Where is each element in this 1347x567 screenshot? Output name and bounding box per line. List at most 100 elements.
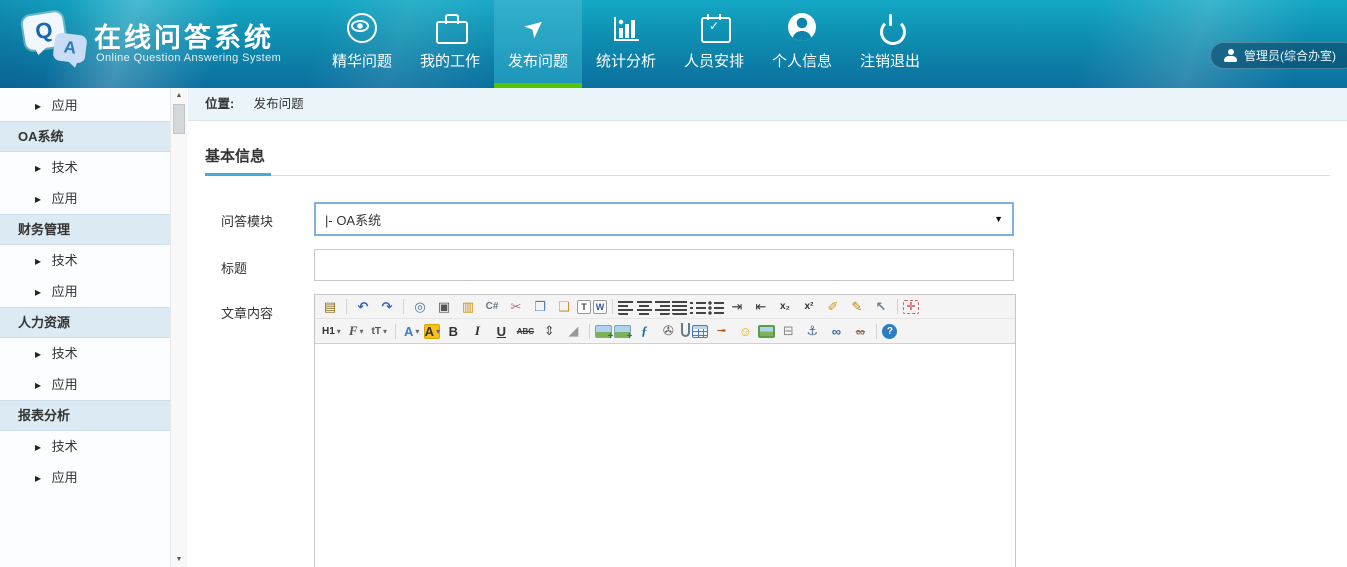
multi-image-upload[interactable] [614,325,631,338]
sidebar-item-hr-tech[interactable]: 技术 [0,338,170,369]
undo[interactable]: ↶ [352,297,374,317]
sidebar-item-oa-app[interactable]: 应用 [0,183,170,214]
insert-flash[interactable]: ƒ [633,321,655,341]
insert-code[interactable]: C# [481,297,503,317]
nav-item-label: 我的工作 [420,50,480,71]
justify-right[interactable] [654,299,670,315]
nav-item-label: 个人信息 [772,50,832,71]
insert-link[interactable]: ∞ [825,321,847,341]
toolbar-separator [612,299,613,314]
editor-toolbar-row1: ▤ ↶↷ ◎▣▥C#✂❐❑TW ⇥⇤x₂x²✐✎↖ ✛ [315,295,1015,319]
nav-item-logout[interactable]: 注销退出 [846,0,934,88]
select-all[interactable]: ↖ [870,297,892,317]
content-area: 基本信息 问答模块 |- OA系统 ▼ 标题 [188,121,1347,567]
nav-item-statistics[interactable]: 统计分析 [582,0,670,88]
source-code[interactable]: ▤ [319,297,341,317]
unlink[interactable]: ∞ [849,321,871,341]
redo[interactable]: ↷ [376,297,398,317]
publish-question-form: 问答模块 |- OA系统 ▼ 标题 文章内容 [205,202,1330,567]
italic[interactable]: I [466,321,488,341]
sidebar-item-report-app[interactable]: 应用 [0,462,170,493]
unordered-list[interactable] [708,299,724,315]
bold[interactable]: B [442,321,464,341]
insert-media[interactable]: ✇ [657,321,679,341]
ordered-list[interactable] [690,299,706,315]
bar-chart-icon [608,13,644,43]
app-logo: Q A [20,10,92,78]
template[interactable]: ▥ [457,297,479,317]
sidebar-item-finance-tech[interactable]: 技术 [0,245,170,276]
sidebar-item-finance-app[interactable]: 应用 [0,276,170,307]
image-gallery[interactable] [758,325,775,338]
subscript[interactable]: x₂ [774,297,796,317]
title-input[interactable] [314,249,1014,281]
sidebar-item-app-top[interactable]: 应用 [0,90,170,121]
insert-file[interactable] [681,323,690,337]
highlight-color[interactable]: A [424,324,440,339]
sidebar-scrollbar[interactable]: ▲ ▼ [170,88,187,567]
text-color[interactable]: A [401,321,422,341]
sidebar-item-label: 应用 [52,470,78,485]
line-height[interactable]: ⇕ [538,321,560,341]
strikethrough[interactable]: ABC [514,321,536,341]
cut[interactable]: ✂ [505,297,527,317]
nav-item-personal-info[interactable]: 个人信息 [758,0,846,88]
emoticons[interactable]: ☺ [734,321,756,341]
nav-item-my-work[interactable]: 我的工作 [406,0,494,88]
font-family[interactable]: F [346,321,367,341]
sidebar-group-oa-system[interactable]: OA系统 [0,121,170,152]
sidebar-item-hr-app[interactable]: 应用 [0,369,170,400]
copy[interactable]: ❐ [529,297,551,317]
indent[interactable]: ⇥ [726,297,748,317]
fullscreen[interactable]: ✛ [903,300,919,314]
nav-item-label: 精华问题 [332,50,392,71]
format-brush[interactable]: ✐ [822,297,844,317]
outdent[interactable]: ⇤ [750,297,772,317]
preview[interactable]: ◎ [409,297,431,317]
font-size[interactable]: tT [369,321,390,341]
sidebar-item-oa-tech[interactable]: 技术 [0,152,170,183]
justify-center[interactable] [636,299,652,315]
tab-active-indicator [205,173,271,176]
paste-from-word[interactable]: W [593,300,607,314]
nav-item-publish-question[interactable]: 发布问题 [494,0,582,88]
scroll-down-icon[interactable]: ▼ [171,556,187,563]
superscript[interactable]: x² [798,297,820,317]
remove-format[interactable]: ◢ [562,321,584,341]
help[interactable]: ? [882,324,897,339]
sidebar-group-hr[interactable]: 人力资源 [0,307,170,338]
anchor[interactable]: ⚓ [801,321,823,341]
app-title: 在线问答系统 [94,16,274,55]
quick-format[interactable]: ✎ [846,297,868,317]
sidebar-item-report-tech[interactable]: 技术 [0,431,170,462]
user-badge[interactable]: 管理员(综合办室) [1210,42,1347,69]
print[interactable]: ▣ [433,297,455,317]
justify-left[interactable] [618,299,634,315]
form-row-title: 标题 [205,249,1330,281]
toolbar-separator [589,324,590,339]
sidebar-group-finance[interactable]: 财务管理 [0,214,170,245]
scroll-up-icon[interactable]: ▲ [171,92,187,99]
sidebar-group-report[interactable]: 报表分析 [0,400,170,431]
heading-format[interactable]: H1 [319,321,344,341]
module-select[interactable]: |- OA系统 ▼ [314,202,1014,236]
justify-full[interactable] [672,299,688,315]
paste[interactable]: ❑ [553,297,575,317]
tab-basic-info[interactable]: 基本信息 [205,145,265,175]
page-break[interactable]: ⊟ [777,321,799,341]
scrollbar-thumb[interactable] [173,104,185,134]
editor-body[interactable] [315,343,1015,567]
toolbar-separator [346,299,347,314]
send-icon [520,13,556,43]
insert-table[interactable] [692,325,708,338]
insert-image[interactable] [595,325,612,338]
nav-item-essence-questions[interactable]: 精华问题 [318,0,406,88]
app-header: Q A 在线问答系统 Online Question Answering Sys… [0,0,1347,88]
app-subtitle: Online Question Answering System [96,52,281,64]
sidebar-item-label: 人力资源 [18,315,70,330]
horizontal-rule[interactable]: ╼ [710,321,732,341]
nav-item-staff-schedule[interactable]: 人员安排 [670,0,758,88]
paste-as-text[interactable]: T [577,300,591,314]
underline[interactable]: U [490,321,512,341]
title-label: 标题 [221,249,314,281]
